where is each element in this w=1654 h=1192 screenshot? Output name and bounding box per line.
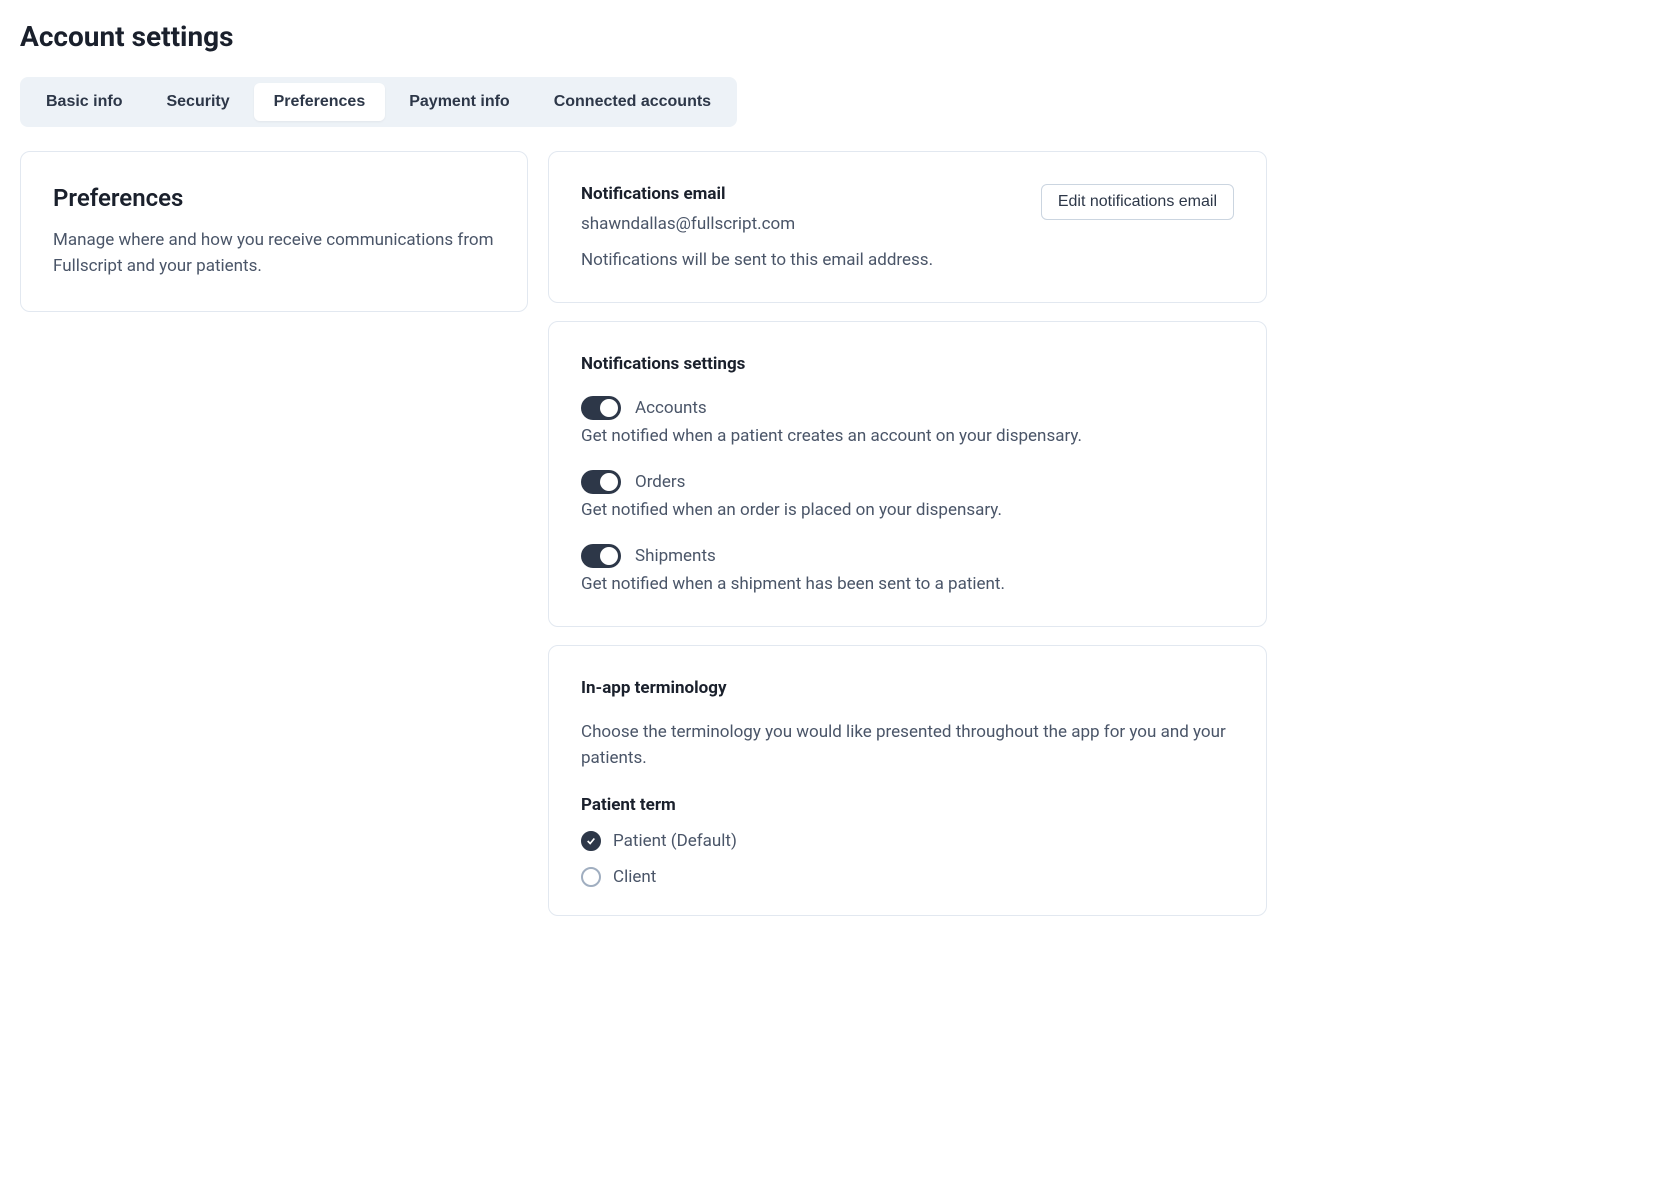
radio-client[interactable]: Client xyxy=(581,867,1234,887)
tab-connected-accounts[interactable]: Connected accounts xyxy=(534,83,731,121)
toggle-orders-description: Get notified when an order is placed on … xyxy=(581,500,1234,520)
toggle-shipments-description: Get notified when a shipment has been se… xyxy=(581,574,1234,594)
check-icon xyxy=(586,836,596,846)
toggle-knob xyxy=(600,473,618,491)
tab-basic-info[interactable]: Basic info xyxy=(26,83,142,121)
terminology-title: In-app terminology xyxy=(581,678,1234,698)
tab-security[interactable]: Security xyxy=(146,83,249,121)
toggle-shipments-label: Shipments xyxy=(635,546,716,566)
notifications-email-title: Notifications email xyxy=(581,184,795,204)
tab-preferences[interactable]: Preferences xyxy=(254,83,386,121)
toggle-accounts[interactable] xyxy=(581,396,621,420)
radio-client-label: Client xyxy=(613,867,656,887)
toggle-accounts-label: Accounts xyxy=(635,398,707,418)
toggle-group-accounts: Accounts Get notified when a patient cre… xyxy=(581,396,1234,446)
toggle-orders[interactable] xyxy=(581,470,621,494)
radio-patient-default[interactable]: Patient (Default) xyxy=(581,831,1234,851)
notifications-settings-card: Notifications settings Accounts Get noti… xyxy=(548,321,1267,627)
tab-payment-info[interactable]: Payment info xyxy=(389,83,529,121)
notifications-email-card: Notifications email shawndallas@fullscri… xyxy=(548,151,1267,303)
toggle-group-shipments: Shipments Get notified when a shipment h… xyxy=(581,544,1234,594)
notifications-settings-title: Notifications settings xyxy=(581,354,1234,374)
terminology-card: In-app terminology Choose the terminolog… xyxy=(548,645,1267,916)
patient-term-title: Patient term xyxy=(581,795,1234,815)
page-title: Account settings xyxy=(20,20,1634,53)
preferences-intro-card: Preferences Manage where and how you rec… xyxy=(20,151,528,312)
toggle-knob xyxy=(600,399,618,417)
tabs-nav: Basic info Security Preferences Payment … xyxy=(20,77,737,127)
toggle-group-orders: Orders Get notified when an order is pla… xyxy=(581,470,1234,520)
toggle-shipments[interactable] xyxy=(581,544,621,568)
toggle-orders-label: Orders xyxy=(635,472,685,492)
notifications-email-description: Notifications will be sent to this email… xyxy=(581,250,1234,270)
preferences-intro-description: Manage where and how you receive communi… xyxy=(53,228,495,279)
notifications-email-value: shawndallas@fullscript.com xyxy=(581,214,795,234)
radio-circle-checked xyxy=(581,831,601,851)
toggle-accounts-description: Get notified when a patient creates an a… xyxy=(581,426,1234,446)
edit-notifications-email-button[interactable]: Edit notifications email xyxy=(1041,184,1234,220)
radio-patient-label: Patient (Default) xyxy=(613,831,737,851)
preferences-intro-title: Preferences xyxy=(53,184,495,212)
radio-circle-unchecked xyxy=(581,867,601,887)
terminology-description: Choose the terminology you would like pr… xyxy=(581,720,1234,771)
toggle-knob xyxy=(600,547,618,565)
